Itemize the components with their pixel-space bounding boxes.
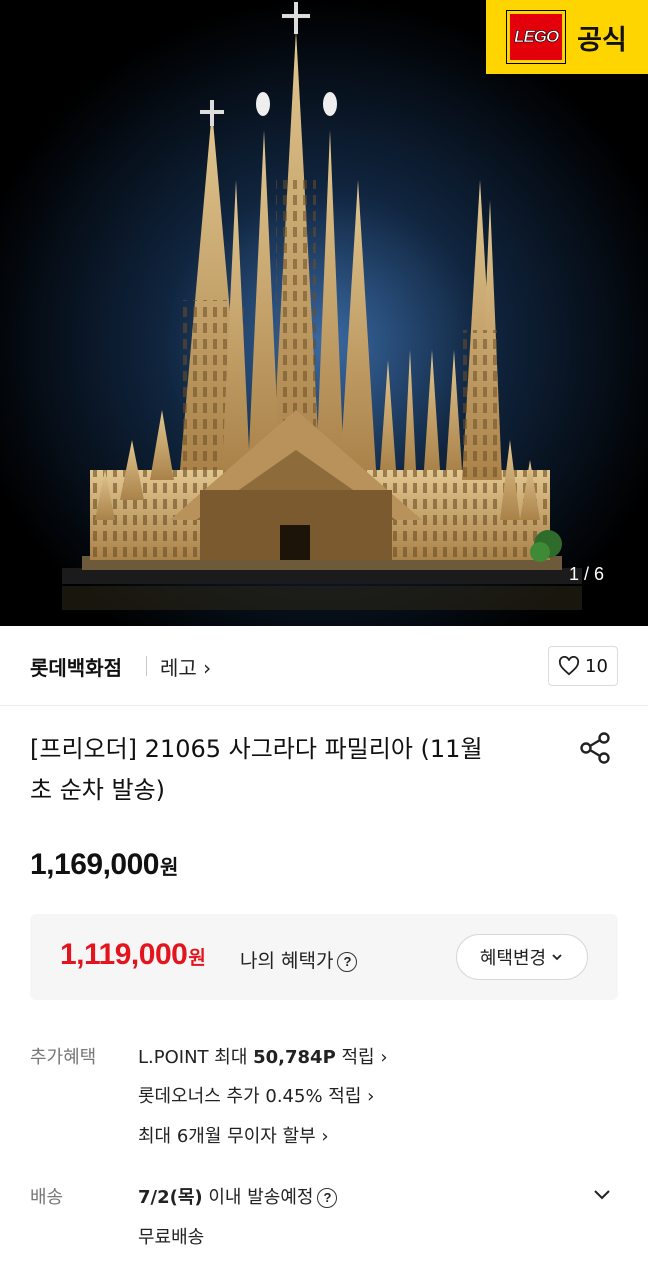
- brand-link[interactable]: 레고 ›: [160, 652, 211, 681]
- like-count: 10: [585, 655, 608, 677]
- heart-icon: [559, 656, 580, 676]
- chevron-down-icon[interactable]: [592, 1184, 612, 1204]
- product-image-carousel[interactable]: LEGO 공식 1 / 6: [0, 0, 648, 626]
- lotte-owners-benefit-link[interactable]: 롯데오너스 추가 0.45% 적립 ›: [138, 1082, 374, 1108]
- store-row: 롯데백화점 레고 › 10: [0, 626, 648, 706]
- official-label: 공식: [577, 24, 627, 56]
- store-name[interactable]: 롯데백화점: [30, 652, 122, 681]
- benefit-price: 1,119,000원: [60, 938, 206, 971]
- lego-logo: LEGO: [506, 10, 567, 64]
- product-image: [0, 0, 648, 626]
- question-icon[interactable]: ?: [317, 1187, 338, 1208]
- official-store-badge: LEGO 공식: [486, 0, 648, 74]
- share-icon[interactable]: [578, 730, 614, 766]
- divider: [146, 656, 147, 676]
- image-counter: 1 / 6: [568, 564, 604, 584]
- extra-benefit-label: 추가혜택: [30, 1047, 97, 1068]
- installment-benefit-link[interactable]: 최대 6개월 무이자 할부 ›: [138, 1122, 329, 1148]
- shipping-date: 7/2(목) 이내 발송예정?: [138, 1183, 338, 1209]
- change-benefit-button[interactable]: 혜택변경: [456, 934, 588, 980]
- lpoint-benefit-link[interactable]: L.POINT 최대 50,784P 적립 ›: [138, 1043, 388, 1069]
- question-icon[interactable]: ?: [337, 951, 358, 972]
- chevron-down-icon: [552, 954, 562, 961]
- like-button[interactable]: 10: [548, 646, 618, 686]
- shipping-label: 배송: [30, 1187, 64, 1208]
- original-price: 1,169,000원: [30, 848, 178, 881]
- product-title: [프리오더] 21065 사그라다 파밀리아 (11월 초 순차 발송): [30, 735, 483, 804]
- shipping-fee: 무료배송: [138, 1227, 205, 1248]
- benefit-label: 나의 혜택가?: [240, 946, 358, 973]
- benefit-price-box: 1,119,000원 나의 혜택가? 혜택변경: [30, 914, 618, 1000]
